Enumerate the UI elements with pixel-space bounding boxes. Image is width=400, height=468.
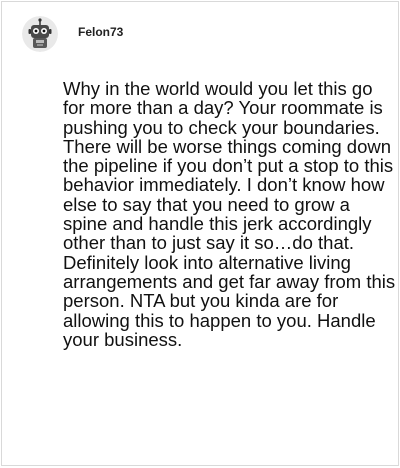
username[interactable]: Felon73 — [78, 25, 123, 39]
comment-card: Felon73 Why in the world would you let t… — [1, 1, 399, 466]
comment-text: Why in the world would you let this go f… — [63, 78, 396, 350]
comment-header: Felon73 — [22, 16, 123, 52]
robot-avatar-icon — [22, 16, 58, 52]
user-avatar[interactable] — [22, 16, 58, 52]
